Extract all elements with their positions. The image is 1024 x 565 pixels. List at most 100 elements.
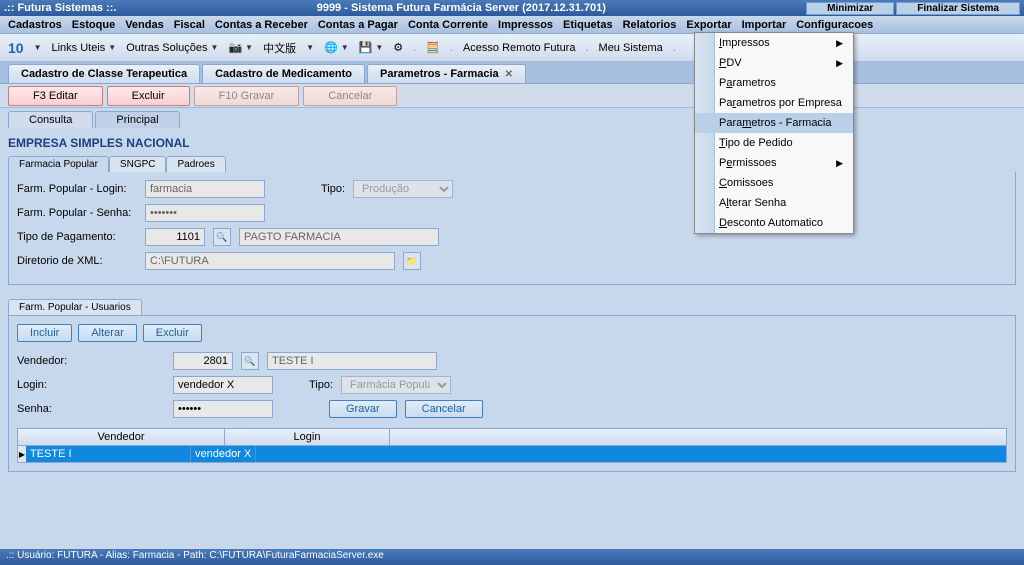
tab-strip: Cadastro de Classe Terapeutica Cadastro … <box>0 62 1024 84</box>
lookup-button[interactable]: 🔍 <box>213 228 231 246</box>
users-grid: Vendedor Login ▶ TESTE I vendedor X <box>17 428 1007 463</box>
menu-vendas[interactable]: Vendas <box>121 17 168 33</box>
app-name: .:: Futura Sistemas ::. <box>4 2 116 14</box>
innertab-principal[interactable]: Principal <box>95 111 179 128</box>
innertab-consulta[interactable]: Consulta <box>8 111 93 128</box>
vendedor-lookup-button[interactable]: 🔍 <box>241 352 259 370</box>
dropdown-item[interactable]: Impressos▶ <box>695 33 853 53</box>
tab-parametros-farmacia[interactable]: Parametros - Farmacia ✕ <box>367 64 526 83</box>
menu-relatorios[interactable]: Relatorios <box>619 17 681 33</box>
submenu-arrow-icon: ▶ <box>836 158 843 169</box>
section-title: EMPRESA SIMPLES NACIONAL <box>8 136 1016 150</box>
content-area: EMPRESA SIMPLES NACIONAL Farmacia Popula… <box>0 128 1024 549</box>
menu-configuracoes[interactable]: Configuracoes <box>792 17 877 33</box>
dropdown-item[interactable]: Alterar Senha <box>695 193 853 213</box>
grid-header-login[interactable]: Login <box>225 429 390 445</box>
menu-exportar[interactable]: Exportar <box>682 17 735 33</box>
dropdown-item[interactable]: Desconto Automatico <box>695 213 853 233</box>
toolbar-outras-solucoes[interactable]: Outras Soluções ▼ <box>126 42 218 54</box>
menu-etiquetas[interactable]: Etiquetas <box>559 17 617 33</box>
cancelar-button[interactable]: Cancelar <box>303 86 397 106</box>
tipo-label: Tipo: <box>321 183 345 195</box>
vendedor-name-input <box>267 352 437 370</box>
dropdown-item-label: Permissoes <box>719 157 776 169</box>
subtab-sngpc[interactable]: SNGPC <box>109 156 167 172</box>
user-gravar-button[interactable]: Gravar <box>329 400 397 418</box>
chevron-down-icon: ▼ <box>108 43 116 52</box>
minimize-button[interactable]: Minimizar <box>806 2 894 15</box>
tab-cadastro-medicamento[interactable]: Cadastro de Medicamento <box>202 64 365 83</box>
configuracoes-dropdown: Impressos▶PDV▶Parametros Parametros por E… <box>694 32 854 234</box>
dropdown-item[interactable]: PDV▶ <box>695 53 853 73</box>
toolbar-lang-label: 中文版 <box>263 40 296 56</box>
menu-importar[interactable]: Importar <box>738 17 791 33</box>
chevron-down-icon: ▼ <box>245 43 253 52</box>
dropdown-item-label: Comissoes <box>719 177 773 189</box>
subtab-farmacia-popular[interactable]: Farmacia Popular <box>8 156 109 172</box>
dropdown-item[interactable]: Parametros por Empresa <box>695 93 853 113</box>
xml-input[interactable] <box>145 252 395 270</box>
grid-row[interactable]: ▶ TESTE I vendedor X <box>18 446 1006 462</box>
chevron-down-icon: ▼ <box>341 43 349 52</box>
menu-cadastros[interactable]: Cadastros <box>4 17 66 33</box>
user-cancelar-button[interactable]: Cancelar <box>405 400 483 418</box>
grid-cell-login: vendedor X <box>191 446 256 462</box>
toolbar-gear-icon[interactable]: ⚙ <box>393 41 403 54</box>
excluir-button[interactable]: Excluir <box>107 86 190 106</box>
tab-label: Parametros - Farmacia <box>380 68 499 80</box>
dropdown-item-label: Parametros por Empresa <box>719 97 842 109</box>
close-button[interactable]: Finalizar Sistema <box>896 2 1020 15</box>
close-icon[interactable]: ✕ <box>505 69 513 80</box>
dropdown-item[interactable]: Parametros <box>695 73 853 93</box>
menu-fiscal[interactable]: Fiscal <box>170 17 209 33</box>
gravar-button[interactable]: F10 Gravar <box>194 86 300 106</box>
excluir-user-button[interactable]: Excluir <box>143 324 202 342</box>
chevron-down-icon[interactable]: ▼ <box>306 43 314 52</box>
tipo-select[interactable]: Produção <box>353 180 453 198</box>
row-marker-icon: ▶ <box>18 446 26 462</box>
toolbar-meu-sistema[interactable]: Meu Sistema <box>599 42 663 54</box>
inner-tabs: Consulta Principal <box>0 108 1024 128</box>
chevron-down-icon: ▼ <box>211 43 219 52</box>
incluir-button[interactable]: Incluir <box>17 324 72 342</box>
dropdown-item[interactable]: Permissoes ▶ <box>695 153 853 173</box>
menu-contas-receber[interactable]: Contas a Receber <box>211 17 312 33</box>
menu-contas-pagar[interactable]: Contas a Pagar <box>314 17 402 33</box>
user-tipo-select[interactable]: Farmácia Popular <box>341 376 451 394</box>
alterar-button[interactable]: Alterar <box>78 324 136 342</box>
folder-button[interactable]: 📁 <box>403 252 421 270</box>
toolbar-acesso-remoto[interactable]: Acesso Remoto Futura <box>463 42 576 54</box>
vendedor-code-input[interactable] <box>173 352 233 370</box>
senha-input[interactable] <box>145 204 265 222</box>
tab-label: Cadastro de Medicamento <box>215 68 352 80</box>
dropdown-item[interactable]: Parametros - Farmacia <box>695 113 853 133</box>
toolbar-calc-icon[interactable]: 🧮 <box>426 41 440 54</box>
dropdown-arrow-icon[interactable]: ▼ <box>34 43 42 52</box>
menu-impressos[interactable]: Impressos <box>494 17 557 33</box>
user-senha-input[interactable] <box>173 400 273 418</box>
tab-classe-terapeutica[interactable]: Cadastro de Classe Terapeutica <box>8 64 200 83</box>
toolbar-links-uteis[interactable]: Links Uteis ▼ <box>52 42 117 54</box>
pagamento-code-input[interactable] <box>145 228 205 246</box>
grid-header-vendedor[interactable]: Vendedor <box>18 429 225 445</box>
toolbar-language[interactable]: 中文版 <box>263 40 296 56</box>
user-login-input[interactable] <box>173 376 273 394</box>
submenu-arrow-icon: ▶ <box>836 38 843 49</box>
senha-label: Farm. Popular - Senha: <box>17 207 137 219</box>
dropdown-item[interactable]: Comissoes <box>695 173 853 193</box>
menu-bar: Cadastros Estoque Vendas Fiscal Contas a… <box>0 16 1024 34</box>
form-area: Farm. Popular - Login: Tipo: Produção Fa… <box>8 172 1016 285</box>
toolbar-save-icon[interactable]: 💾 ▼ <box>359 41 384 54</box>
toolbar-globe-icon[interactable]: 🌐 ▼ <box>324 41 349 54</box>
action-bar: F3 Editar Excluir F10 Gravar Cancelar <box>0 84 1024 108</box>
menu-estoque[interactable]: Estoque <box>68 17 119 33</box>
dropdown-item[interactable]: Tipo de Pedido <box>695 133 853 153</box>
login-input[interactable] <box>145 180 265 198</box>
subtab-padroes[interactable]: Padroes <box>166 156 225 172</box>
pagamento-label: Tipo de Pagamento: <box>17 231 137 243</box>
editar-button[interactable]: F3 Editar <box>8 86 103 106</box>
toolbar-camera-icon[interactable]: 📷 ▼ <box>228 41 253 54</box>
users-tab-title: Farm. Popular - Usuarios <box>8 299 142 315</box>
pagamento-desc-input <box>239 228 439 246</box>
menu-conta-corrente[interactable]: Conta Corrente <box>404 17 492 33</box>
